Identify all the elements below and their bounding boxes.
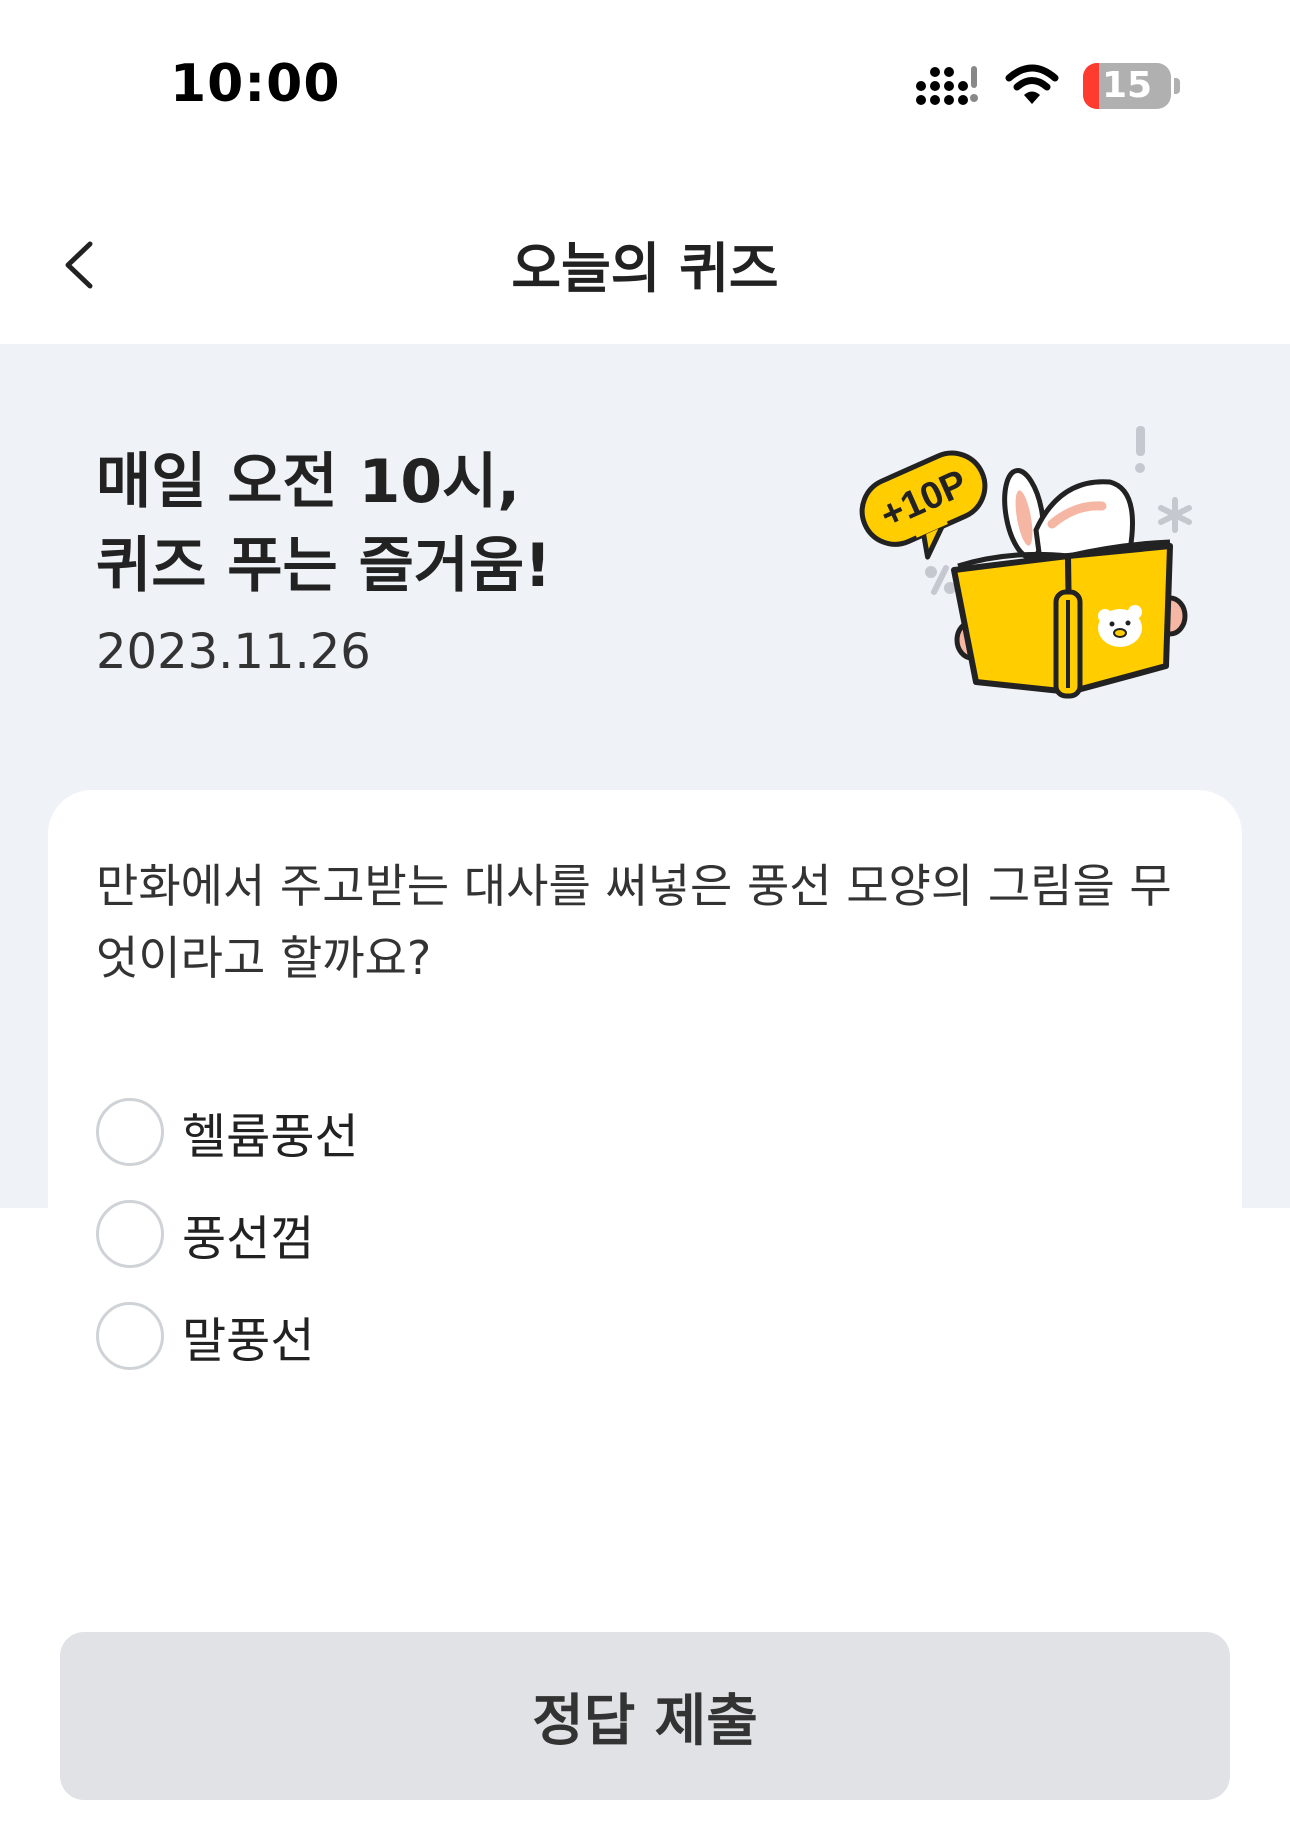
submit-button-label: 정답 제출 [532,1688,758,1754]
status-bar: 10:00 15 [0,0,1290,180]
submit-answer-button[interactable]: 정답 제출 [60,1632,1230,1800]
asterisk-icon [1158,497,1192,533]
status-time: 10:00 [170,54,341,114]
option-label: 말풍선 [182,1313,315,1369]
hero-headline: 매일 오전 10시, 퀴즈 푸는 즐거움! [96,440,552,608]
percent-icon [925,565,956,595]
quiz-option-3[interactable]: 말풍선 [96,1299,314,1373]
points-badge: +10P [859,450,988,560]
battery-icon: 15 [1083,63,1171,109]
headline-line-2: 퀴즈 푸는 즐거움! [96,531,552,601]
exclamation-mark-icon [1135,426,1145,473]
cellular-signal-icon [916,66,978,105]
battery-level: 15 [1101,65,1153,106]
bear-face-icon [1098,605,1142,647]
radio-button[interactable] [96,1098,164,1166]
quiz-question: 만화에서 주고받는 대사를 써넣은 풍선 모양의 그림을 무엇이라고 할까요? [96,859,1172,985]
wifi-icon [1005,64,1059,104]
radio-button[interactable] [96,1302,164,1370]
quiz-option-1[interactable]: 헬륨풍선 [96,1095,359,1169]
option-label: 헬륨풍선 [182,1109,359,1165]
quiz-option-2[interactable]: 풍선껌 [96,1197,314,1271]
page-title: 오늘의 퀴즈 [511,237,779,300]
battery-cap [1174,78,1180,94]
headline-line-1: 매일 오전 10시, [96,447,521,517]
nav-bar: 오늘의 퀴즈 [0,180,1290,344]
radio-button[interactable] [96,1200,164,1268]
mascot-reading-book-illustration: +10P [859,426,1192,699]
quiz-date: 2023.11.26 [96,624,371,680]
option-label: 풍선껌 [182,1211,315,1267]
